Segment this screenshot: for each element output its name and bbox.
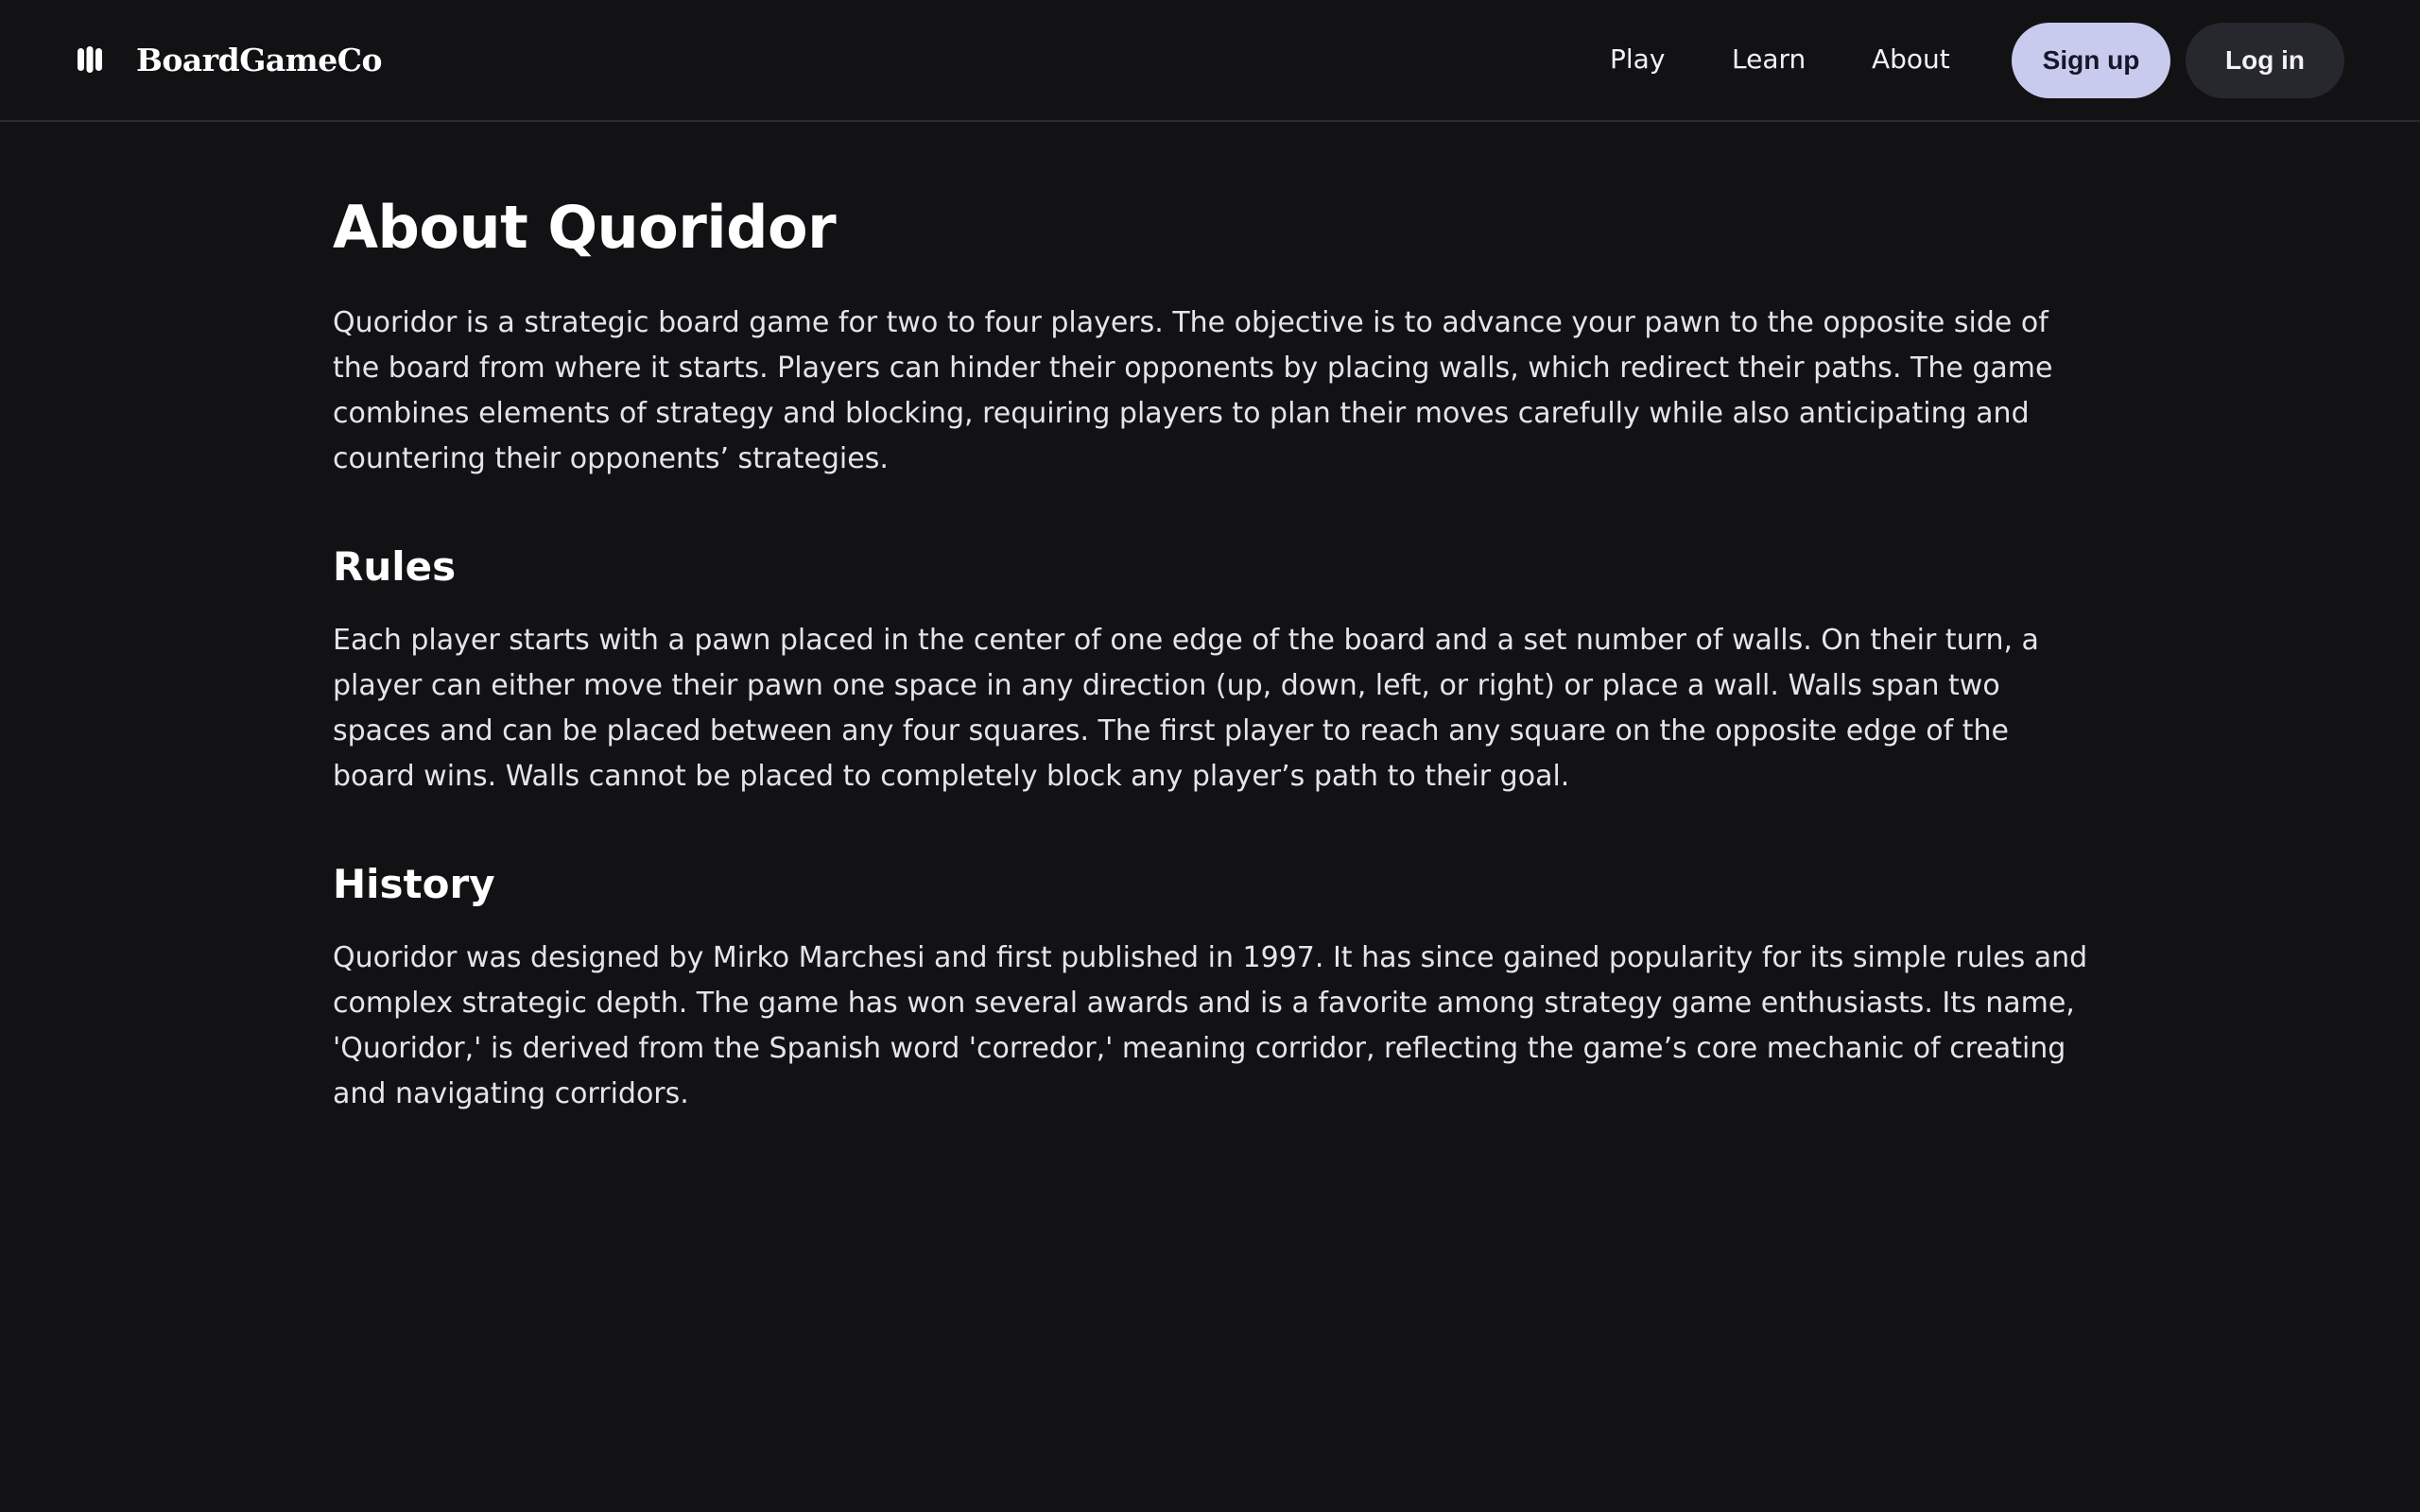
about-content: About Quoridor Quoridor is a strategic b… xyxy=(333,185,2091,1117)
sign-up-button[interactable]: Sign up xyxy=(2012,23,2170,98)
intro-paragraph: Quoridor is a strategic board game for t… xyxy=(333,306,2053,475)
brand-logo-link[interactable]: BoardGameCo xyxy=(76,38,383,81)
history-heading: History xyxy=(333,861,495,907)
log-in-button[interactable]: Log in xyxy=(2186,23,2344,98)
logo-icon xyxy=(78,46,102,73)
nav-link-about[interactable]: About xyxy=(1872,38,1950,81)
rules-heading: Rules xyxy=(333,543,457,590)
nav-link-learn[interactable]: Learn xyxy=(1732,38,1806,81)
history-paragraph: Quoridor was designed by Mirko Marchesi … xyxy=(333,941,2088,1110)
rules-paragraph: Each player starts with a pawn placed in… xyxy=(333,624,2039,793)
brand-name: BoardGameCo xyxy=(136,41,383,78)
nav-link-play[interactable]: Play xyxy=(1610,38,1665,81)
page-title: About Quoridor xyxy=(333,193,837,262)
top-navbar: BoardGameCo Play Learn About Sign up Log… xyxy=(0,0,2420,122)
